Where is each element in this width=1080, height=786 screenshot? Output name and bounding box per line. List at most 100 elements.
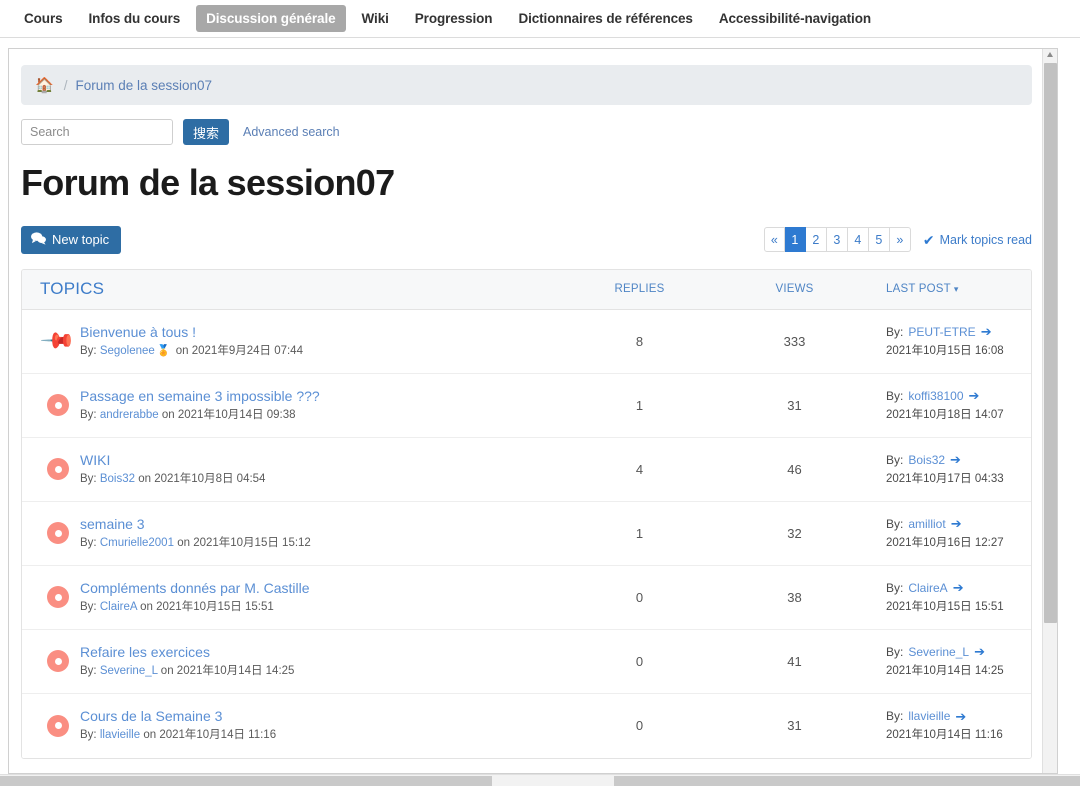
views-count: 31: [787, 718, 802, 734]
topic-created-date: 2021年10月14日 09:38: [177, 408, 296, 421]
topic-title-link[interactable]: Compléments donnés par M. Castille: [80, 580, 310, 597]
search-row: 搜索 Advanced search: [21, 119, 1032, 145]
topic-text-block: Passage en semaine 3 impossible ??? By: a…: [80, 388, 320, 423]
topic-created-date: 2021年10月15日 15:12: [193, 536, 311, 549]
last-post-author-link[interactable]: Severine_L: [908, 645, 969, 659]
pagination-next[interactable]: »: [889, 227, 911, 253]
last-post-author-line: By: amilliot ➔︎: [886, 517, 1031, 531]
arrow-circle-right-icon[interactable]: ➔︎: [950, 453, 961, 466]
vertical-scrollbar-thumb[interactable]: [1044, 63, 1057, 623]
arrow-circle-right-icon[interactable]: ➔︎: [974, 645, 985, 658]
vertical-scrollbar[interactable]: [1042, 49, 1057, 773]
topic-title-link[interactable]: Bienvenue à tous !: [80, 324, 303, 341]
home-icon[interactable]: 🏠: [35, 78, 54, 93]
topic-author-link[interactable]: Segolenee: [100, 345, 155, 357]
pagination-page-4[interactable]: 4: [847, 227, 869, 253]
last-post-by-prefix: By:: [886, 516, 904, 531]
topic-cell: Refaire les exercices By: Severine_L on 2…: [22, 644, 562, 679]
topic-meta: By: Severine_L on 2021年10月14日 14:25: [80, 665, 294, 679]
topic-status-icon: [36, 714, 80, 737]
topic-meta: By: Segolenee 🏅 on 2021年9月24日 07:44: [80, 345, 303, 359]
last-post-author-link[interactable]: Bois32: [908, 453, 945, 467]
last-post-cell: By: koffi38100 ➔︎ 2021年10月18日 14:07: [872, 389, 1031, 422]
tab-0[interactable]: Cours: [14, 5, 73, 32]
topic-status-icon: [36, 458, 80, 481]
views-count: 32: [787, 525, 802, 541]
pagination-page-2[interactable]: 2: [805, 227, 827, 253]
column-header-last-post[interactable]: LAST POST ▾: [872, 283, 1031, 295]
pagination-prev[interactable]: «: [763, 227, 785, 253]
mark-topics-read-button[interactable]: ✔︎ Mark topics read: [923, 233, 1032, 247]
arrow-circle-right-icon[interactable]: ➔︎: [953, 581, 964, 594]
last-post-author-link[interactable]: llavieille: [908, 709, 950, 723]
horizontal-scrollbar-thumb[interactable]: [0, 776, 492, 786]
topic-title-link[interactable]: WIKI: [80, 452, 265, 469]
topic-author-link[interactable]: llavieille: [100, 729, 140, 741]
comments-icon: [31, 231, 46, 248]
tab-3[interactable]: Wiki: [352, 5, 399, 32]
pagination-page-5[interactable]: 5: [868, 227, 890, 253]
tab-4[interactable]: Progression: [405, 5, 503, 32]
table-row[interactable]: 📌 Bienvenue à tous ! By: Segolenee 🏅 on 202…: [22, 309, 1031, 374]
course-tab-bar: Cours Infos du cours Discussion générale Wi…: [0, 0, 1080, 38]
last-post-author-link[interactable]: koffi38100: [908, 389, 963, 403]
search-input[interactable]: [21, 119, 173, 145]
horizontal-scrollbar[interactable]: [0, 774, 1080, 786]
topic-title-link[interactable]: semaine 3: [80, 516, 311, 533]
tab-2[interactable]: Discussion générale: [196, 5, 346, 32]
arrow-circle-right-icon[interactable]: ➔︎: [981, 325, 992, 338]
topic-on-text: on: [143, 729, 157, 742]
column-header-views[interactable]: VIEWS: [717, 283, 872, 295]
tab-5[interactable]: Dictionnaires de références: [508, 5, 702, 32]
table-row[interactable]: semaine 3 By: Cmurielle2001 on 2021年10月15…: [22, 501, 1031, 566]
scroll-up-arrow-icon[interactable]: [1047, 52, 1053, 57]
arrow-circle-right-icon[interactable]: ➔︎: [951, 517, 962, 530]
table-row[interactable]: Passage en semaine 3 impossible ??? By: a…: [22, 373, 1031, 438]
last-post-date: 2021年10月18日 14:07: [886, 408, 1004, 421]
topic-title-link[interactable]: Passage en semaine 3 impossible ???: [80, 388, 320, 405]
table-row[interactable]: Compléments donnés par M. Castille By: Cl…: [22, 565, 1031, 630]
topic-by-prefix: By:: [80, 664, 97, 677]
topic-created-date: 2021年10月8日 04:54: [154, 472, 266, 485]
topic-title-link[interactable]: Refaire les exercices: [80, 644, 294, 661]
search-button[interactable]: 搜索: [183, 119, 230, 145]
topic-status-icon: [36, 522, 80, 545]
table-row[interactable]: Cours de la Semaine 3 By: llavieille on 2…: [22, 693, 1031, 758]
new-topic-button[interactable]: New topic: [21, 225, 122, 254]
table-header-row: TOPICS REPLIES VIEWS LAST POST ▾: [22, 269, 1031, 310]
breadcrumb-current[interactable]: Forum de la session07: [75, 78, 212, 93]
advanced-search-link[interactable]: Advanced search: [243, 125, 340, 139]
award-icon: 🏅: [156, 344, 171, 357]
last-post-author-link[interactable]: PEUT-ETRE: [908, 325, 975, 339]
pagination-page-3[interactable]: 3: [826, 227, 848, 253]
topic-on-text: on: [140, 600, 153, 613]
topic-title-link[interactable]: Cours de la Semaine 3: [80, 708, 276, 725]
last-post-author-line: By: ClaireA ➔︎: [886, 581, 1031, 595]
topic-cell: Cours de la Semaine 3 By: llavieille on 2…: [22, 708, 562, 743]
horizontal-scrollbar-thumb-secondary[interactable]: [614, 776, 1080, 786]
table-row[interactable]: Refaire les exercices By: Severine_L on 2…: [22, 629, 1031, 694]
topic-dot-icon: [47, 394, 69, 417]
last-post-author-link[interactable]: ClaireA: [908, 581, 947, 595]
topic-author-link[interactable]: Bois32: [100, 473, 135, 485]
arrow-circle-right-icon[interactable]: ➔︎: [969, 389, 980, 402]
topic-meta: By: Bois32 on 2021年10月8日 04:54: [80, 473, 265, 487]
arrow-circle-right-icon[interactable]: ➔︎: [955, 710, 966, 723]
topic-on-text: on: [175, 344, 189, 357]
topic-status-icon: [36, 586, 80, 609]
last-post-by-prefix: By:: [886, 709, 904, 724]
topic-created-date: 2021年9月24日 07:44: [191, 344, 303, 357]
tab-6[interactable]: Accessibilité-navigation: [709, 5, 881, 32]
topic-meta: By: ClaireA on 2021年10月15日 15:51: [80, 601, 310, 615]
column-header-topics[interactable]: TOPICS: [22, 279, 562, 299]
last-post-author-link[interactable]: amilliot: [908, 517, 945, 531]
topic-author-link[interactable]: Cmurielle2001: [100, 537, 174, 549]
topic-author-link[interactable]: ClaireA: [100, 601, 137, 613]
topic-author-link[interactable]: andrerabbe: [100, 409, 159, 421]
replies-count: 0: [635, 653, 644, 669]
column-header-replies[interactable]: REPLIES: [562, 283, 717, 295]
pagination-page-1[interactable]: 1: [784, 227, 806, 253]
tab-1[interactable]: Infos du cours: [79, 5, 191, 32]
topic-author-link[interactable]: Severine_L: [100, 665, 158, 677]
table-row[interactable]: WIKI By: Bois32 on 2021年10月8日 04:54 4 46 By:…: [22, 437, 1031, 502]
